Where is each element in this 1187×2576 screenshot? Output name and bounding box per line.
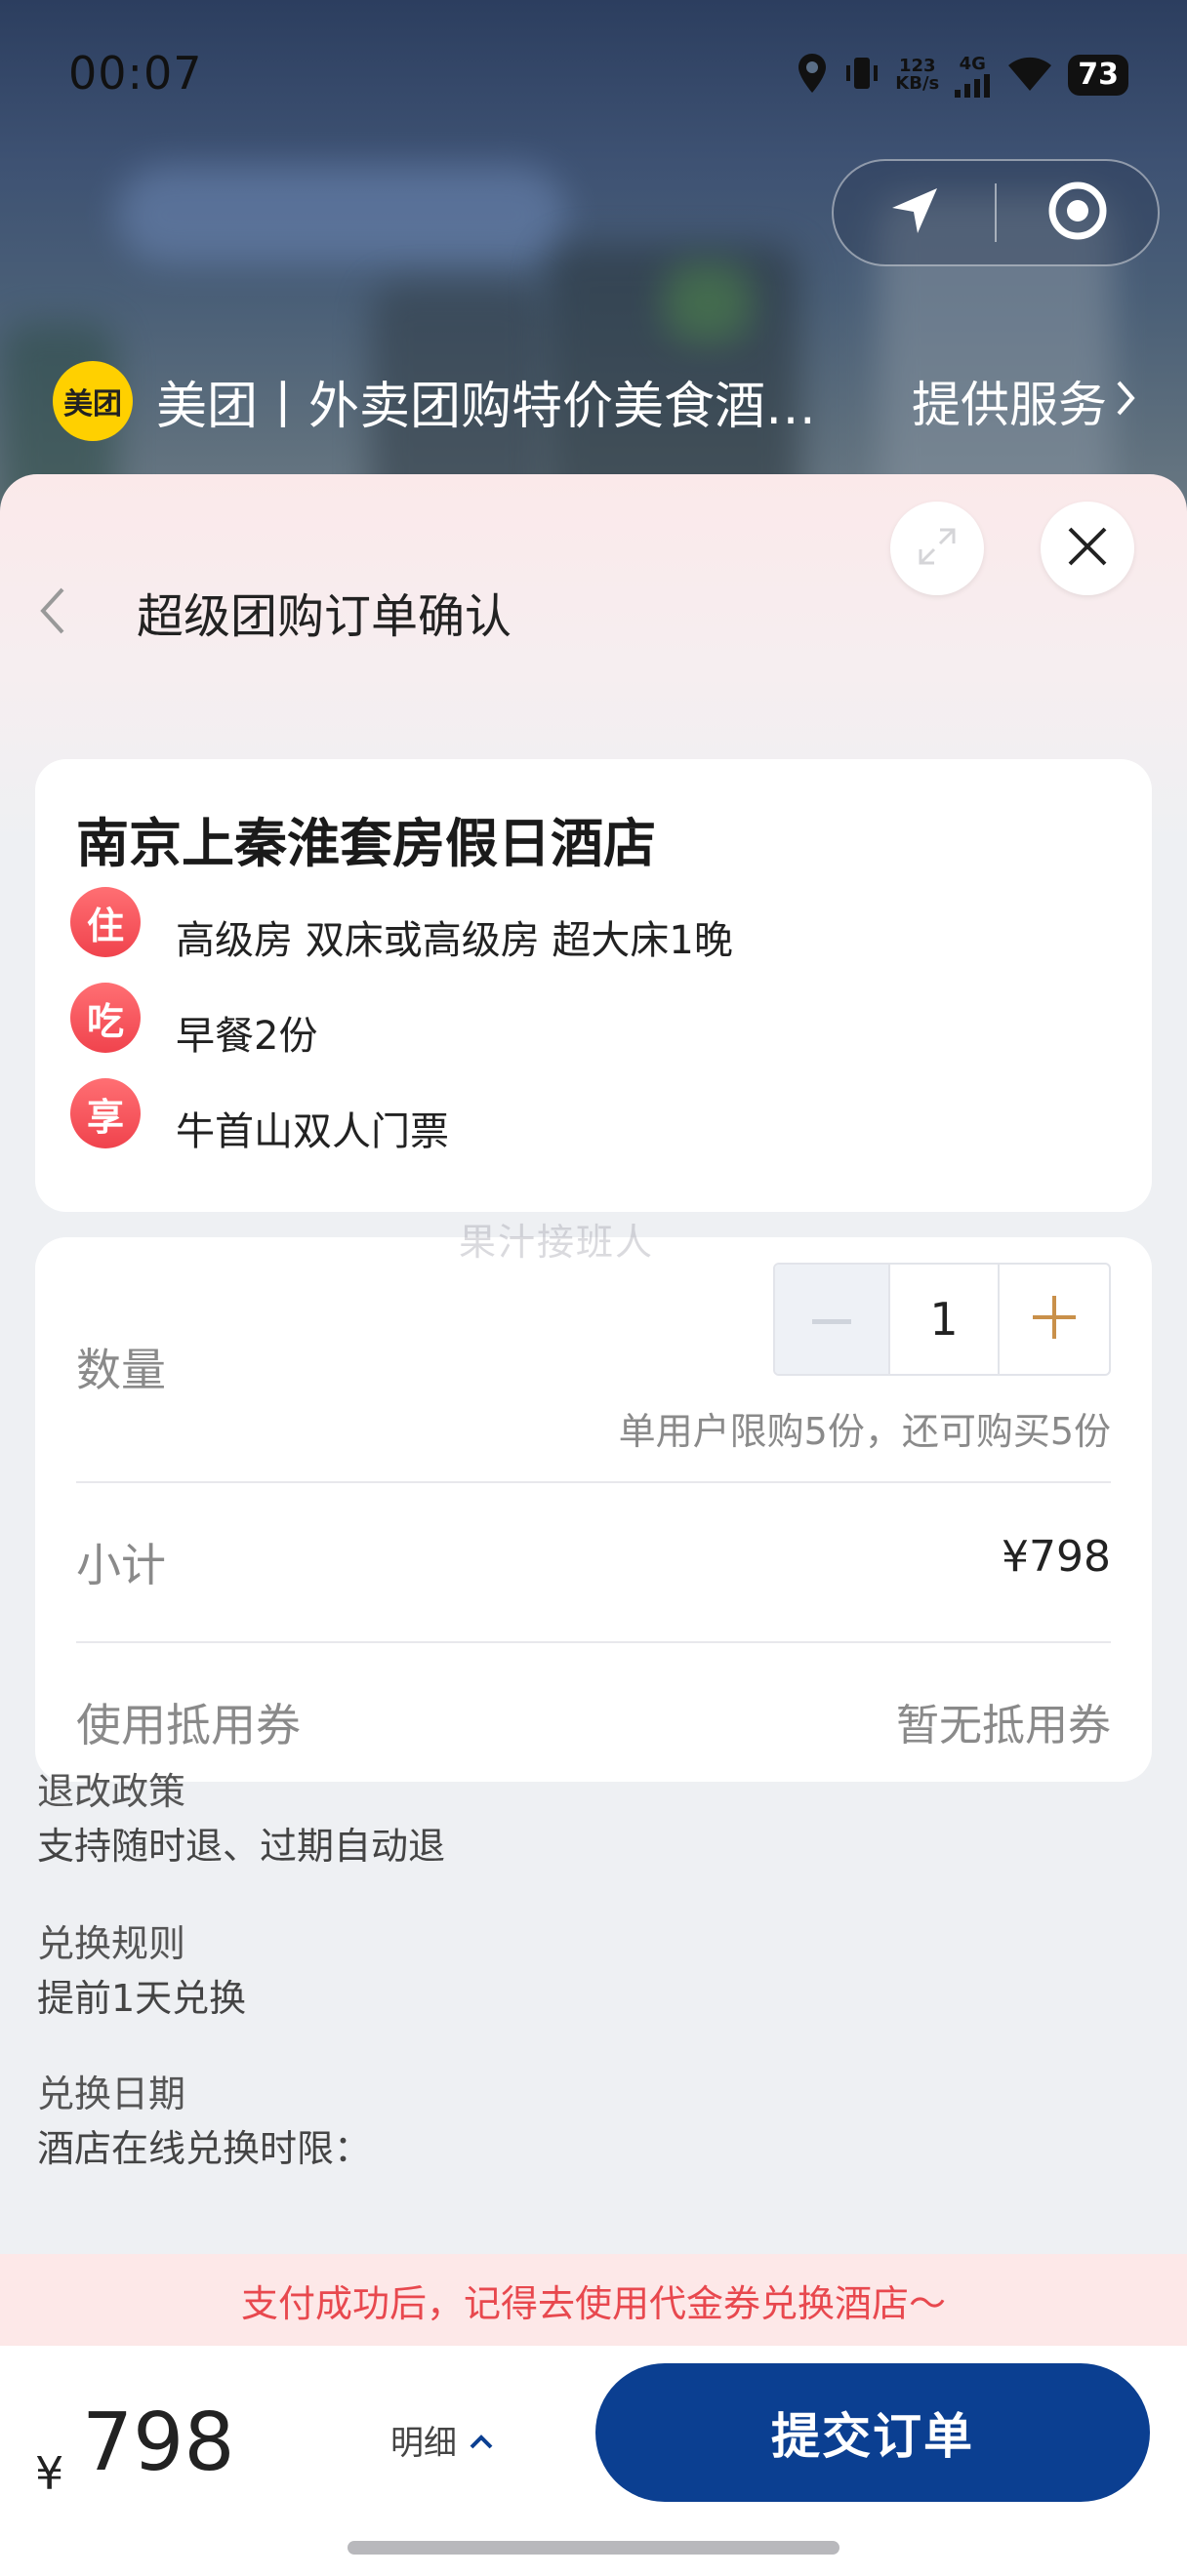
perk-text: 早餐2份 <box>176 1014 318 1059</box>
purchase-limit-text: 单用户限购5份，还可购买5份 <box>618 1410 1111 1453</box>
chevron-up-icon <box>469 2420 494 2459</box>
price-detail-toggle[interactable]: 明细 <box>390 2410 494 2469</box>
perk-item-eat: 吃 早餐2份 <box>70 983 318 1071</box>
quantity-label: 数量 <box>76 1344 166 1396</box>
battery-indicator: 73 <box>1068 55 1128 96</box>
decrease-button[interactable] <box>775 1265 888 1374</box>
sheet-header: 超级团购订单确认 <box>0 474 1187 669</box>
policy-title: 兑换规则 <box>37 1922 186 1965</box>
order-detail-card: 数量 1 单用户限购5份，还可购买5份 小计 ¥798 使用抵用券 暂无抵用券 <box>35 1237 1152 1782</box>
policy-title: 兑换日期 <box>37 2073 186 2115</box>
exchange-date: 兑换日期 酒店在线兑换时限： <box>37 2067 371 2176</box>
minus-icon <box>812 1310 851 1329</box>
vibrate-icon <box>842 54 881 97</box>
refund-policy: 退改政策 支持随时退、过期自动退 <box>37 1764 445 1873</box>
price-currency: ¥ <box>35 2447 64 2500</box>
coupon-label[interactable]: 使用抵用券 <box>76 1690 301 1754</box>
target-icon <box>1046 180 1109 246</box>
perk-item-enjoy: 享 牛首山双人门票 <box>70 1078 449 1167</box>
checkout-bar: ¥ 798 明细 提交订单 <box>0 2346 1187 2576</box>
policy-text: 提前1天兑换 <box>37 1977 247 2020</box>
payment-notice: 支付成功后，记得去使用代金券兑换酒店～ <box>0 2254 1187 2346</box>
divider <box>76 1641 1111 1643</box>
page-title: 超级团购订单确认 <box>137 589 512 644</box>
watermark: 果汁接班人 <box>459 1221 655 1264</box>
provide-service-link[interactable]: 提供服务 <box>912 366 1136 436</box>
back-button[interactable] <box>29 576 78 646</box>
location-arrow-icon <box>888 184 941 241</box>
divider <box>76 1481 1111 1483</box>
chevron-left-icon <box>29 587 78 650</box>
perk-text: 牛首山双人门票 <box>176 1109 449 1154</box>
perk-item-stay: 住 高级房 双床或高级房 超大床1晚 <box>70 887 733 976</box>
network-speed: 123 KB/s <box>895 56 940 94</box>
expand-icon <box>913 522 962 575</box>
wifi-icon <box>1005 54 1054 97</box>
cell-signal-icon: 4G <box>953 54 992 98</box>
quantity-value[interactable]: 1 <box>888 1265 1000 1374</box>
service-title: 美团丨外卖团购特价美食酒店电影 <box>156 377 839 436</box>
subtotal-value: ¥798 <box>1002 1532 1111 1582</box>
expand-button[interactable] <box>890 502 984 595</box>
subtotal-label: 小计 <box>76 1539 166 1591</box>
plus-icon <box>1033 1296 1076 1343</box>
coupon-value[interactable]: 暂无抵用券 <box>896 1690 1111 1752</box>
perk-text: 高级房 双床或高级房 超大床1晚 <box>176 918 733 963</box>
service-banner[interactable]: 美团 美团丨外卖团购特价美食酒店电影 提供服务 <box>53 357 1136 445</box>
policy-text: 酒店在线兑换时限： <box>37 2127 372 2170</box>
location-arrow-button[interactable] <box>834 161 995 264</box>
hotel-name: 南京上秦淮套房假日酒店 <box>76 813 656 874</box>
enjoy-badge-icon: 享 <box>70 1078 141 1148</box>
close-button[interactable] <box>1041 502 1134 595</box>
quantity-stepper: 1 <box>773 1263 1111 1376</box>
stay-badge-icon: 住 <box>70 887 141 957</box>
exchange-rule: 兑换规则 提前1天兑换 <box>37 1916 246 2026</box>
hotel-card[interactable]: 南京上秦淮套房假日酒店 住 高级房 双床或高级房 超大床1晚 吃 早餐2份 享 … <box>35 759 1152 1212</box>
total-price: 798 <box>82 2396 235 2489</box>
map-capsule <box>832 159 1160 266</box>
submit-order-button[interactable]: 提交订单 <box>595 2363 1150 2502</box>
close-icon <box>1066 525 1109 572</box>
eat-badge-icon: 吃 <box>70 983 141 1053</box>
status-time: 00:07 <box>68 47 203 100</box>
home-indicator[interactable] <box>348 2541 839 2555</box>
policy-title: 退改政策 <box>37 1770 186 1813</box>
increase-button[interactable] <box>1000 1265 1109 1374</box>
status-icons: 123 KB/s 4G 73 <box>796 51 1128 100</box>
target-button[interactable] <box>997 161 1158 264</box>
meituan-logo: 美团 <box>53 361 133 441</box>
location-pin-icon <box>796 52 829 99</box>
policy-text: 支持随时退、过期自动退 <box>37 1825 446 1868</box>
chevron-right-icon <box>1115 373 1136 429</box>
